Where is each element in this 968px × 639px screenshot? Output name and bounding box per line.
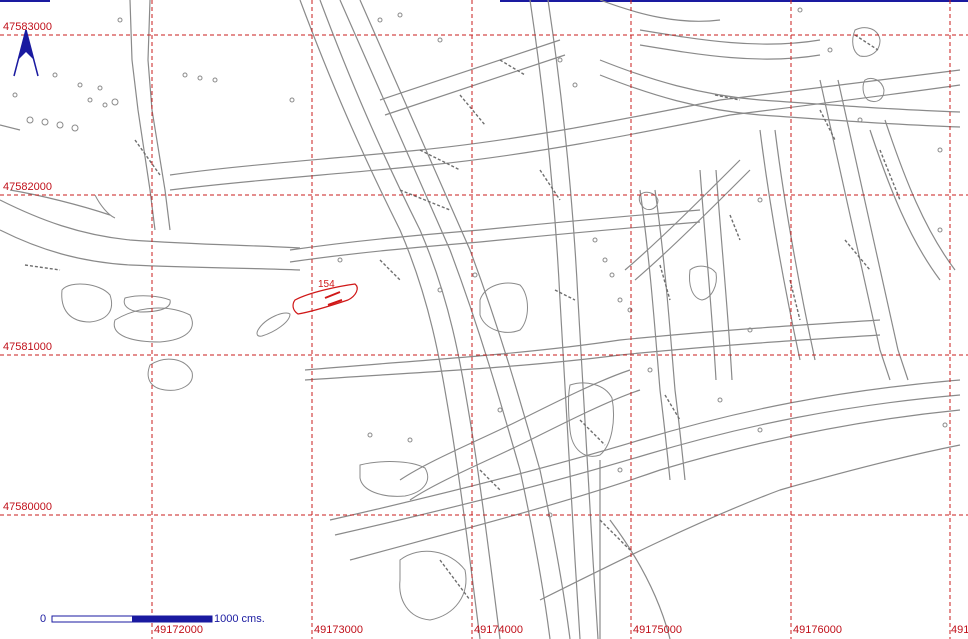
- grid-label-easting: 49175000: [633, 624, 682, 636]
- scale-end-label: 1000 cms.: [214, 613, 265, 625]
- grid-label-easting: 49172000: [154, 624, 203, 636]
- grid-label-easting: 49176000: [793, 624, 842, 636]
- feature-154-label: 154: [318, 279, 335, 290]
- scale-start-label: 0: [40, 613, 46, 625]
- map-background: [0, 0, 968, 639]
- archaeological-site-plan: 154 47583000 47582000 47581000 47580000 …: [0, 0, 968, 639]
- grid-label-easting: 49174000: [474, 624, 523, 636]
- grid-label-easting: 4917: [951, 624, 968, 636]
- grid-label-easting: 49173000: [314, 624, 363, 636]
- scale-bar-fill: [132, 616, 212, 622]
- grid-label-northing: 47583000: [3, 21, 52, 33]
- grid-label-northing: 47582000: [3, 181, 52, 193]
- grid-label-northing: 47581000: [3, 341, 52, 353]
- grid-label-northing: 47580000: [3, 501, 52, 513]
